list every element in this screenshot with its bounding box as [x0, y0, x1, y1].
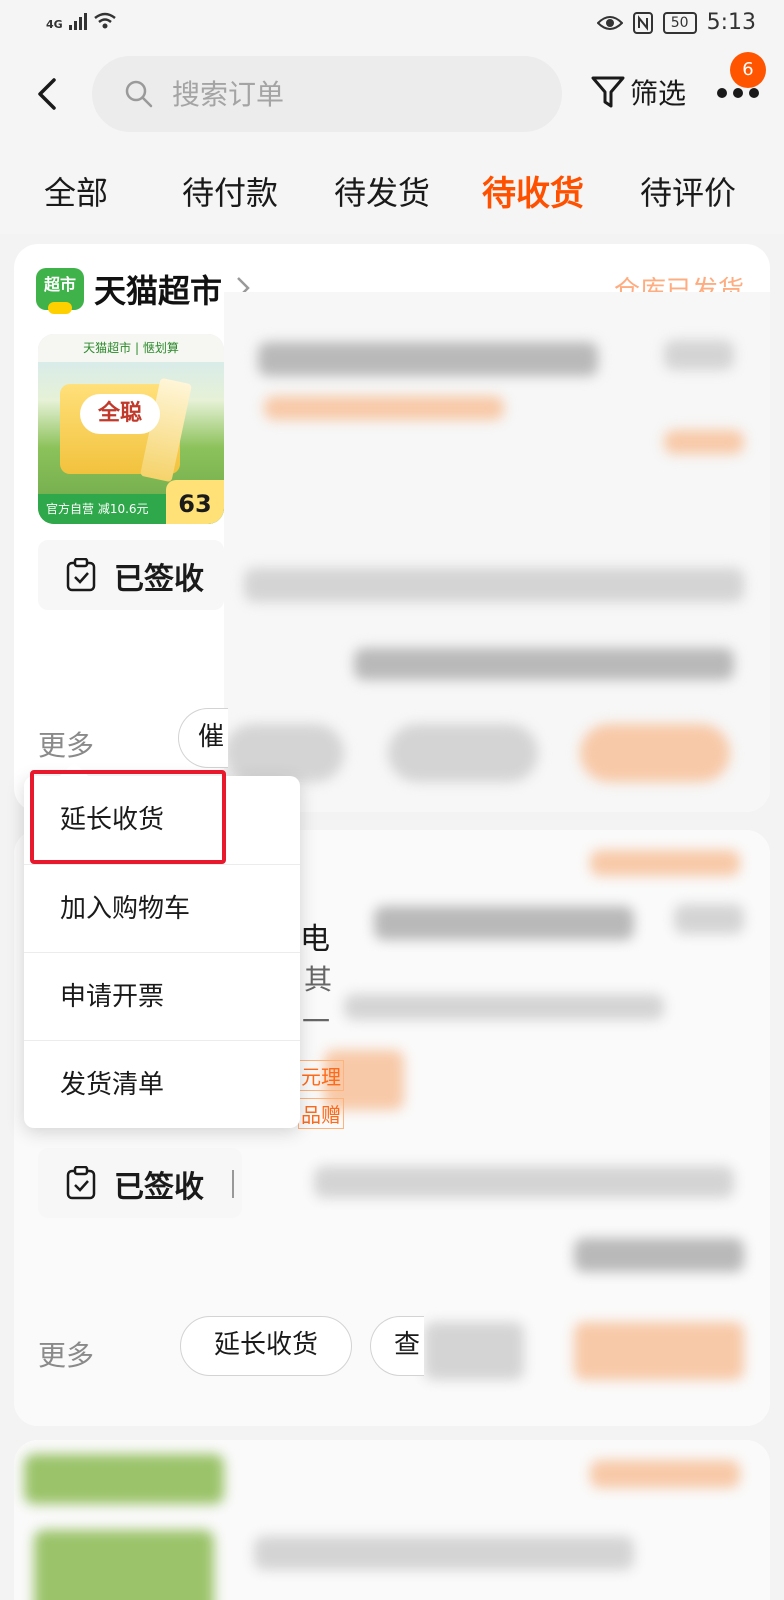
signed-status: 已签收	[114, 1170, 204, 1205]
signed-status: 已签收	[114, 562, 204, 597]
product-spec-fragment: 其	[304, 963, 333, 996]
status-right: 50 5:13	[596, 10, 756, 35]
urge-shipment-button[interactable]: 催	[178, 708, 228, 768]
menu-item-add-to-cart[interactable]: 加入购物车	[24, 864, 300, 952]
search-input[interactable]	[172, 74, 532, 114]
signal-indicator: 4G	[46, 12, 117, 30]
status-bar: 4G 50 5:13	[0, 0, 784, 48]
nfc-icon	[632, 11, 653, 34]
funnel-icon	[591, 76, 625, 108]
order-tabs: 全部 待付款 待发货 待收货 待评价	[0, 144, 784, 234]
clipboard-check-icon	[66, 1166, 96, 1200]
notification-badge: 6	[730, 52, 766, 88]
more-dots-icon[interactable]	[716, 86, 760, 100]
tab-pending-payment[interactable]: 待付款	[182, 168, 278, 214]
view-logistics-button[interactable]: 查	[370, 1316, 424, 1376]
blurred-details	[224, 292, 770, 812]
extend-receipt-button[interactable]: 延长收货	[180, 1316, 352, 1376]
blurred-details	[14, 1440, 770, 1600]
shop-name[interactable]: 天猫超市	[94, 266, 222, 312]
menu-item-shipping-list[interactable]: 发货清单	[24, 1040, 300, 1128]
search-icon	[125, 80, 153, 108]
network-type: 4G	[46, 18, 63, 31]
product-image-banner: 天猫超市 | 惬划算	[38, 334, 224, 362]
product-spec-fragment: 一	[302, 1005, 331, 1038]
order-card: 超市 天猫超市 仓库已发货 天猫超市 | 惬划算 全聪 官方自营 减10.6元 …	[14, 244, 770, 812]
product-label: 全聪	[80, 394, 160, 434]
product-image-price: 63	[166, 480, 224, 524]
filter-label: 筛选	[630, 77, 687, 110]
order-card	[14, 1440, 770, 1600]
more-actions-link[interactable]: 更多	[38, 1334, 94, 1374]
more-actions-link[interactable]: 更多	[38, 724, 94, 764]
header: 筛选 6	[0, 48, 784, 144]
battery-icon: 50	[662, 11, 697, 34]
promo-tag: 元理	[298, 1060, 344, 1091]
promo-tag: 品赠	[298, 1098, 344, 1129]
product-title-fragment: 电	[300, 922, 330, 957]
delivery-status-row[interactable]: 已签收	[38, 1148, 242, 1218]
highlight-annotation	[30, 770, 226, 864]
clipboard-check-icon	[66, 558, 96, 592]
clock: 5:13	[706, 10, 756, 35]
divider	[232, 1170, 234, 1198]
filter-button[interactable]: 筛选	[590, 72, 686, 112]
tmall-supermarket-logo: 超市	[36, 268, 84, 314]
menu-item-request-invoice[interactable]: 申请开票	[24, 952, 300, 1040]
wifi-icon	[93, 12, 116, 29]
back-arrow-icon[interactable]	[30, 72, 70, 116]
tab-pending-receipt[interactable]: 待收货	[482, 166, 584, 215]
delivery-status-row[interactable]: 已签收	[38, 540, 224, 610]
product-image[interactable]: 天猫超市 | 惬划算 全聪 官方自营 减10.6元 63	[38, 334, 224, 524]
tab-all[interactable]: 全部	[44, 168, 108, 214]
signal-icon	[68, 12, 87, 30]
tab-pending-shipment[interactable]: 待发货	[334, 168, 430, 214]
eye-icon	[596, 15, 623, 30]
tab-pending-review[interactable]: 待评价	[640, 168, 736, 214]
search-bar[interactable]	[92, 56, 562, 132]
